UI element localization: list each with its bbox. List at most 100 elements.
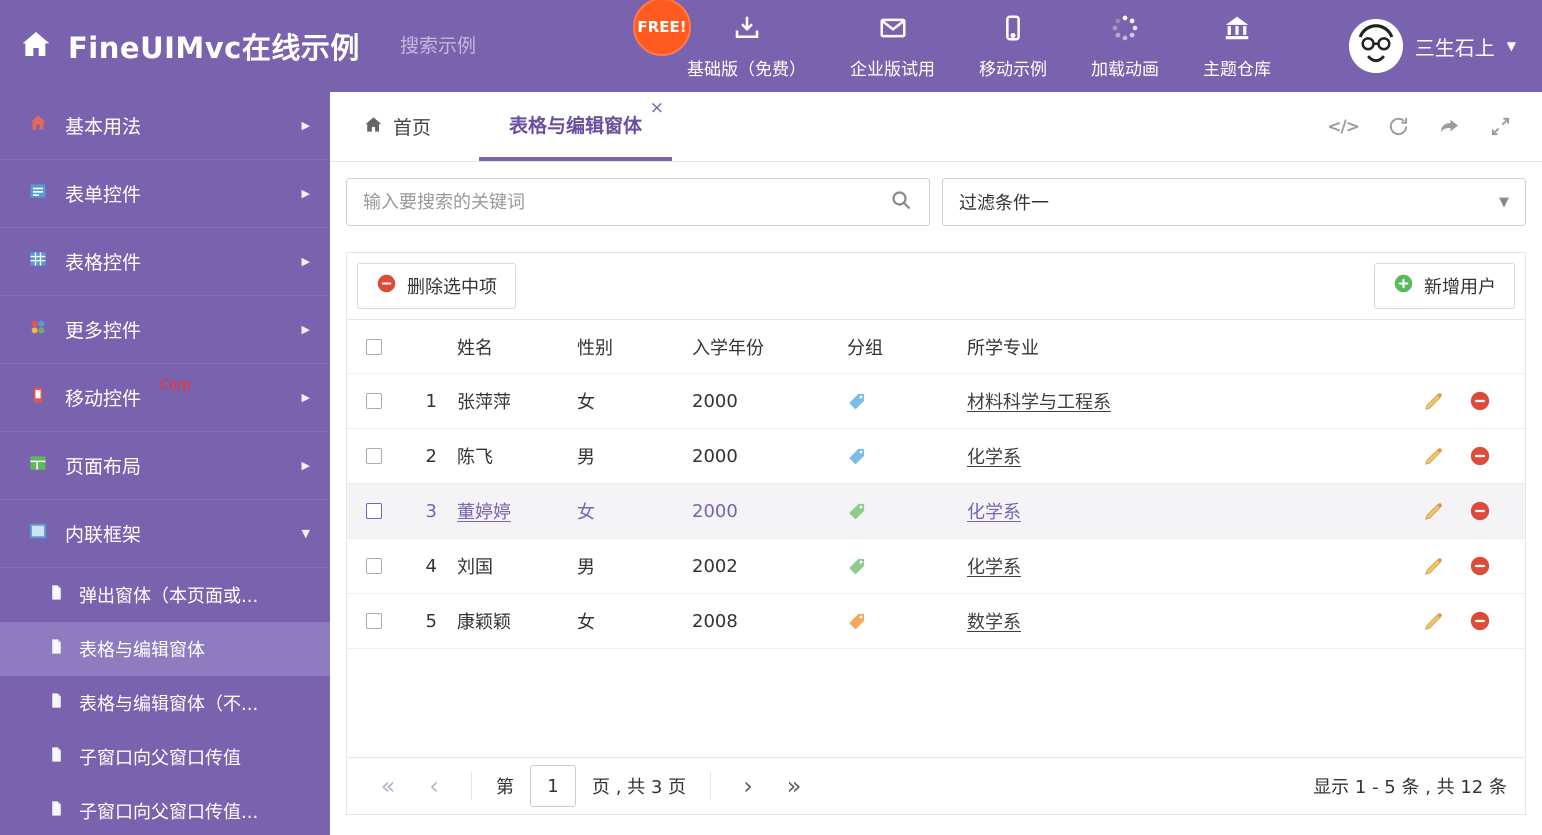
filter-dropdown[interactable]: 过滤条件一 ▼	[942, 178, 1526, 226]
file-icon	[48, 800, 65, 822]
caret-down-icon: ▼	[1499, 194, 1509, 210]
header-search-input[interactable]	[400, 35, 643, 57]
column-header-group[interactable]: 分组	[847, 334, 967, 360]
table-icon	[28, 249, 48, 274]
row-checkbox[interactable]	[366, 558, 382, 574]
frame-icon	[28, 521, 48, 546]
app-title: FineUIMvc在线示例	[68, 31, 360, 65]
major-link[interactable]: 化学系	[967, 557, 1021, 578]
sidebar-item-page-layout[interactable]: 页面布局 ▶	[0, 432, 330, 500]
row-checkbox[interactable]	[366, 448, 382, 464]
source-code-icon[interactable]: </>	[1327, 117, 1360, 137]
sidebar-item-iframe[interactable]: 内联框架 ▼	[0, 500, 330, 568]
sidebar-subitem-child-to-parent-2[interactable]: 子窗口向父窗口传值...	[0, 784, 330, 835]
sidebar-item-form-controls[interactable]: 表单控件 ▶	[0, 160, 330, 228]
nav-item-enterprise-trial[interactable]: 企业版试用	[828, 0, 957, 92]
expand-icon[interactable]	[1489, 115, 1512, 138]
row-checkbox[interactable]	[366, 393, 382, 409]
cell-year: 2000	[692, 500, 738, 522]
table-row: 4 刘国 男 2002 化学系	[347, 539, 1525, 594]
search-icon[interactable]	[889, 188, 913, 216]
file-icon	[48, 638, 65, 660]
add-user-label: 新增用户	[1424, 277, 1496, 298]
sidebar-item-label: 基本用法	[65, 116, 142, 138]
share-icon[interactable]	[1438, 115, 1461, 138]
layout-icon	[28, 453, 48, 478]
major-link[interactable]: 数学系	[967, 612, 1021, 633]
column-header-gender[interactable]: 性别	[577, 334, 692, 360]
chevron-right-icon: ▶	[301, 459, 310, 472]
table-row: 5 康颖颖 女 2008 数学系	[347, 594, 1525, 649]
column-header-year[interactable]: 入学年份	[692, 334, 847, 360]
delete-row-icon[interactable]	[1469, 445, 1491, 467]
delete-row-icon[interactable]	[1469, 500, 1491, 522]
sidebar-item-grid-controls[interactable]: 表格控件 ▶	[0, 228, 330, 296]
nav-item-theme-repo[interactable]: 主题仓库	[1181, 0, 1293, 92]
download-icon	[732, 13, 762, 48]
brand: FineUIMvc在线示例	[0, 25, 400, 67]
widgets-icon	[28, 317, 48, 342]
free-badge: FREE!	[633, 0, 691, 56]
column-header-name[interactable]: 姓名	[437, 334, 577, 360]
grid-empty-space	[347, 649, 1525, 757]
cell-gender: 女	[577, 502, 595, 523]
keyword-search-box	[346, 178, 930, 226]
form-icon	[28, 181, 48, 206]
nav-label: 加载动画	[1091, 59, 1159, 80]
select-all-checkbox[interactable]	[366, 338, 382, 355]
table-row: 3 董婷婷 女 2000 化学系	[347, 484, 1525, 539]
major-link[interactable]: 材料科学与工程系	[967, 392, 1111, 413]
edit-pencil-icon[interactable]	[1423, 610, 1445, 632]
delete-row-icon[interactable]	[1469, 555, 1491, 577]
delete-row-icon[interactable]	[1469, 610, 1491, 632]
user-menu[interactable]: 三生石上 ▼	[1348, 19, 1542, 73]
column-header-major[interactable]: 所学专业	[967, 334, 1385, 360]
tab-home[interactable]: 首页	[344, 92, 451, 161]
delete-selected-button[interactable]: 删除选中项	[357, 263, 516, 309]
row-checkbox[interactable]	[366, 613, 382, 629]
cell-name: 董婷婷	[457, 502, 511, 523]
edit-pencil-icon[interactable]	[1423, 390, 1445, 412]
tab-grid-edit-window[interactable]: 表格与编辑窗体 ×	[479, 92, 673, 161]
edit-pencil-icon[interactable]	[1423, 500, 1445, 522]
nav-item-basic-edition[interactable]: FREE! 基础版（免费）	[633, 0, 828, 92]
pager-next-icon[interactable]: ›	[725, 774, 771, 798]
nav-item-loading-animation[interactable]: 加载动画	[1069, 0, 1181, 92]
sidebar-subitem-grid-edit-window-2[interactable]: 表格与编辑窗体（不...	[0, 676, 330, 730]
edit-pencil-icon[interactable]	[1423, 445, 1445, 467]
sidebar-subitem-child-to-parent[interactable]: 子窗口向父窗口传值	[0, 730, 330, 784]
major-link[interactable]: 化学系	[967, 502, 1021, 523]
main-area: 首页 表格与编辑窗体 × </> 输入要搜索的关键词 过滤条件一 ▼ 删除选中项…	[330, 92, 1542, 835]
sidebar-item-label: 移动控件	[65, 388, 142, 410]
caret-down-icon: ▼	[1506, 39, 1516, 53]
cell-name: 刘国	[457, 557, 493, 578]
chevron-right-icon: ▶	[301, 187, 310, 200]
sidebar-item-more-controls[interactable]: 更多控件 ▶	[0, 296, 330, 364]
sidebar-item-label: 表格控件	[65, 252, 142, 274]
delete-row-icon[interactable]	[1469, 390, 1491, 412]
nav-item-mobile-demo[interactable]: 移动示例	[957, 0, 1069, 92]
minus-circle-icon	[376, 273, 397, 299]
tab-close-icon[interactable]: ×	[650, 100, 664, 117]
major-link[interactable]: 化学系	[967, 447, 1021, 468]
sidebar-subitem-popup-window[interactable]: 弹出窗体（本页面或...	[0, 568, 330, 622]
pager-prev-icon[interactable]: ‹	[411, 774, 457, 798]
cell-gender: 女	[577, 612, 595, 633]
edit-pencil-icon[interactable]	[1423, 555, 1445, 577]
add-user-button[interactable]: 新增用户	[1374, 263, 1515, 309]
file-icon	[48, 692, 65, 714]
bank-icon	[1222, 13, 1252, 48]
pager-last-icon[interactable]: »	[771, 774, 817, 798]
table-header-row: 姓名 性别 入学年份 分组 所学专业	[347, 319, 1525, 374]
sidebar-subitem-grid-edit-window[interactable]: 表格与编辑窗体	[0, 622, 330, 676]
row-checkbox[interactable]	[366, 503, 382, 519]
keyword-search-input[interactable]	[363, 191, 889, 213]
pager-first-icon[interactable]: «	[365, 774, 411, 798]
page-number-input[interactable]	[530, 765, 576, 807]
cell-gender: 男	[577, 447, 595, 468]
refresh-icon[interactable]	[1387, 115, 1410, 138]
sidebar-item-mobile-controls[interactable]: 移动控件 Corp. ▶	[0, 364, 330, 432]
cell-name: 康颖颖	[457, 612, 511, 633]
sidebar-item-basic-usage[interactable]: 基本用法 ▶	[0, 92, 330, 160]
tab-label: 表格与编辑窗体	[509, 115, 643, 137]
